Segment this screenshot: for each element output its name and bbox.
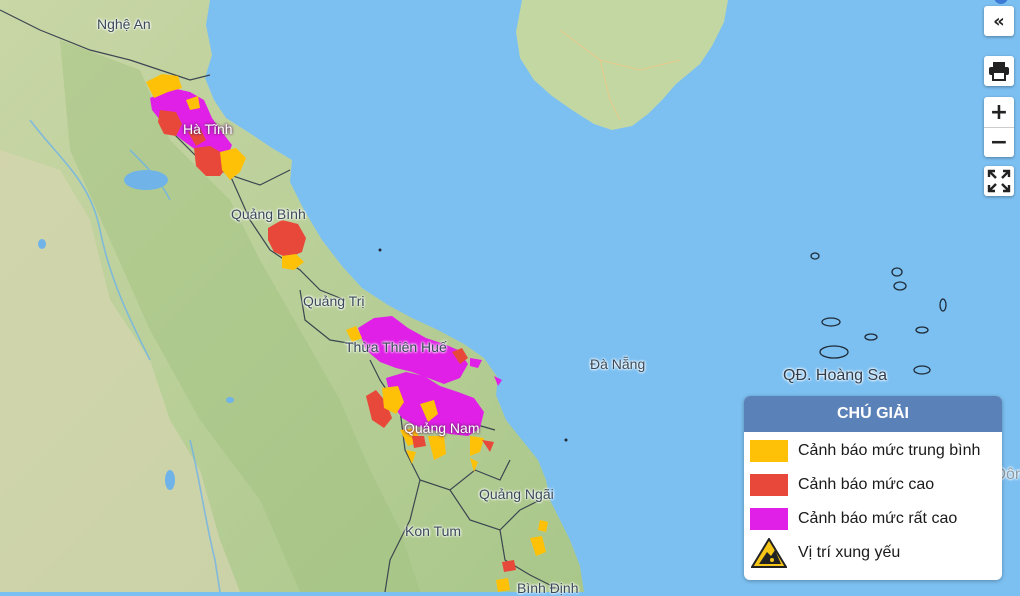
label-binh-dinh: Bình Định [517,580,579,596]
zoom-control: + − [984,97,1014,157]
label-quang-ngai: Quảng Ngãi [479,486,554,502]
print-button[interactable] [984,56,1014,86]
label-nghe-an: Nghệ An [97,16,151,32]
legend-label-vulnerable: Vị trí xung yếu [798,544,901,561]
label-quang-tri: Quảng Trị [303,293,365,309]
fullscreen-button[interactable] [984,166,1014,196]
collapse-panel-button[interactable]: « [984,6,1014,36]
legend-item-high: Cảnh báo mức cao [744,468,1002,502]
fullscreen-icon [987,169,1011,193]
legend-label-medium: Cảnh báo mức trung bình [798,442,981,459]
double-chevron-left-icon: « [993,10,1005,32]
zoom-in-button[interactable]: + [984,97,1014,127]
zoom-out-button[interactable]: − [984,127,1014,157]
legend-item-vulnerable: Vị trí xung yếu [744,536,1002,570]
label-thua-thien-hue: Thừa Thiên Huế [345,339,447,355]
label-quang-nam: Quảng Nam [404,420,480,436]
legend-item-very-high: Cảnh báo mức rất cao [744,502,1002,536]
legend-swatch-high [750,474,788,496]
label-quang-binh: Quảng Bình [231,206,306,222]
legend-title: CHÚ GIẢI [744,396,1002,432]
label-ha-tinh: Hà Tĩnh [183,121,233,137]
label-kon-tum: Kon Tum [405,523,462,539]
label-da-nang: Đà Nẵng [590,356,646,372]
print-icon [989,62,1009,81]
legend-item-medium: Cảnh báo mức trung bình [744,434,1002,468]
legend-label-high: Cảnh báo mức cao [798,476,935,493]
legend-panel: CHÚ GIẢI Cảnh báo mức trung bình Cảnh bá… [744,396,1002,580]
legend-swatch-very-high [750,508,788,530]
legend-label-very-high: Cảnh báo mức rất cao [798,510,958,527]
landslide-warning-icon [750,538,788,568]
legend-swatch-medium [750,440,788,462]
label-hoang-sa: QĐ. Hoàng Sa [783,367,888,384]
